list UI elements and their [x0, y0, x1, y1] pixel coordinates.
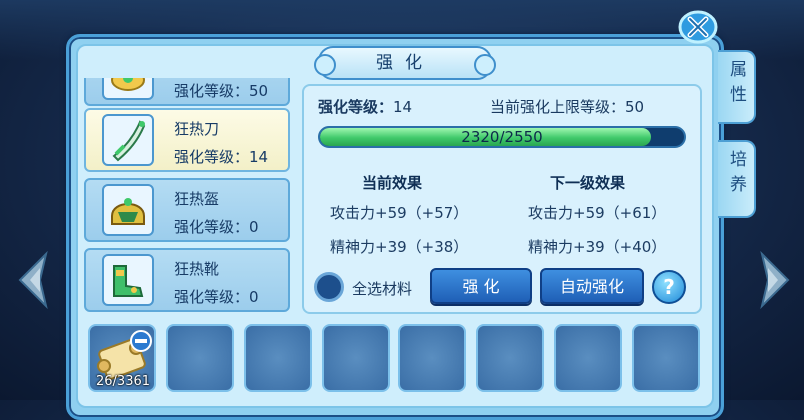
enhance-button[interactable]: 强 化 — [430, 268, 532, 304]
tab-attributes-label: 属性 — [726, 60, 746, 110]
tab-cultivate[interactable]: 培养 — [718, 140, 756, 218]
select-all-materials-radio[interactable] — [314, 272, 344, 302]
tab-cultivate-label: 培养 — [726, 150, 746, 200]
next-effect-attack: 攻击力+59（+61） — [528, 204, 667, 222]
window-title-plate: 强化 — [314, 46, 496, 80]
title-ornament-right — [474, 54, 496, 76]
close-icon[interactable] — [676, 10, 718, 44]
exp-progress-text: 2320/2550 — [461, 128, 543, 146]
material-slot-empty[interactable] — [554, 324, 622, 392]
select-all-materials-label: 全选材料 — [352, 280, 413, 298]
next-arrow-icon[interactable] — [758, 250, 792, 310]
equipment-level: 强化等级：0 — [174, 288, 259, 306]
enhance-max-label: 当前强化上限等级： — [490, 98, 626, 116]
enhance-max-level: 当前强化上限等级：50 — [490, 96, 644, 117]
equipment-item[interactable]: 狂热盔 强化等级：0 — [84, 178, 290, 242]
help-icon[interactable]: ? — [652, 270, 686, 304]
tab-attributes[interactable]: 属性 — [718, 50, 756, 124]
equipment-level: 强化等级：50 — [174, 82, 269, 100]
current-effect-attack: 攻击力+59（+57） — [330, 204, 469, 222]
previous-arrow-icon[interactable] — [16, 250, 50, 310]
enhance-level: 强化等级：14 — [318, 96, 412, 117]
equipment-item[interactable]: 狂热靴 强化等级：0 — [84, 248, 290, 312]
accessory-icon — [102, 78, 154, 100]
equipment-list[interactable]: 强化等级：50 狂热刀 强化等级：14 狂热盔 强化等级：0 狂热靴 强化等级：… — [80, 78, 296, 316]
equipment-name: 狂热盔 — [174, 190, 220, 208]
material-count: 26/3361 — [96, 374, 151, 389]
material-slot-empty[interactable] — [632, 324, 700, 392]
equipment-name: 狂热刀 — [174, 120, 220, 138]
material-slot-empty[interactable] — [244, 324, 312, 392]
enhance-level-value: 14 — [393, 98, 413, 116]
equipment-item-selected[interactable]: 狂热刀 强化等级：14 — [84, 108, 290, 172]
equipment-level: 强化等级：14 — [174, 148, 269, 166]
boots-icon — [102, 254, 154, 306]
enhance-level-label: 强化等级： — [318, 98, 394, 116]
helmet-icon — [102, 184, 154, 236]
window-title: 强化 — [376, 53, 434, 73]
enhance-max-value: 50 — [625, 98, 645, 116]
material-slot-empty[interactable] — [166, 324, 234, 392]
auto-enhance-button[interactable]: 自动强化 — [540, 268, 644, 304]
equipment-name: 狂热靴 — [174, 260, 220, 278]
remove-icon[interactable] — [130, 330, 152, 352]
equipment-level: 强化等级：0 — [174, 218, 259, 236]
blade-icon — [102, 114, 154, 166]
current-effect-header: 当前效果 — [362, 174, 423, 192]
material-slot-empty[interactable] — [398, 324, 466, 392]
title-ornament-left — [314, 54, 336, 76]
next-effect-header: 下一级效果 — [550, 174, 626, 192]
exp-progress-bar: 2320/2550 — [318, 126, 686, 148]
current-effect-spirit: 精神力+39（+38） — [330, 238, 469, 256]
material-slot-empty[interactable] — [322, 324, 390, 392]
material-slot-empty[interactable] — [476, 324, 544, 392]
equipment-item[interactable]: 强化等级：50 — [84, 78, 290, 106]
next-effect-spirit: 精神力+39（+40） — [528, 238, 667, 256]
